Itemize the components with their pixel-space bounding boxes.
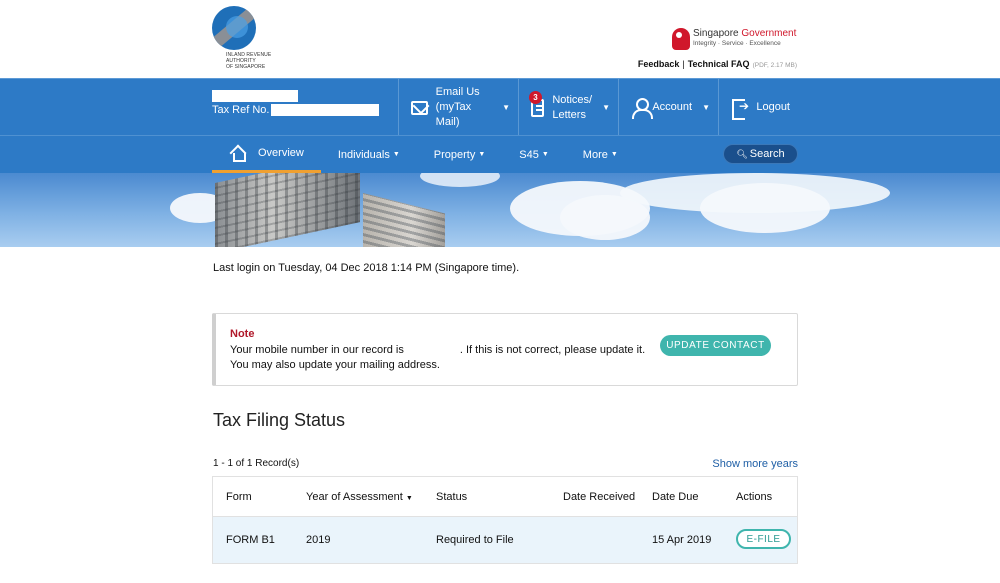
cell-status: Required to File (436, 534, 514, 546)
gov-brand-prefix: Singapore (693, 28, 742, 39)
email-us-menu[interactable]: Email Us (myTax Mail) ▼ (398, 79, 518, 136)
column-header-form: Form (226, 491, 252, 503)
revenue-house-building-image (215, 173, 445, 247)
cell-date-due: 15 Apr 2019 (652, 534, 712, 546)
top-header: INLAND REVENUE AUTHORITY OF SINGAPORE Si… (0, 0, 1000, 78)
iras-logo-text: INLAND REVENUE AUTHORITY OF SINGAPORE (226, 52, 272, 70)
update-contact-button[interactable]: UPDATE CONTACT (660, 335, 771, 356)
tax-filing-status-title: Tax Filing Status (213, 410, 346, 430)
top-links: Feedback | Technical FAQ (PDF, 2.17 MB) (638, 59, 797, 69)
notices-label: Notices/ (552, 93, 593, 106)
feedback-link[interactable]: Feedback (638, 59, 680, 69)
nav-item-more[interactable]: More ▼ (566, 136, 635, 173)
user-actions: Email Us (myTax Mail) ▼ 3 Notices/ Lette… (398, 79, 798, 136)
chevron-down-icon: ▼ (541, 151, 549, 158)
redacted-user-name (212, 90, 298, 103)
search-button[interactable]: 🔍︎ Search (723, 144, 798, 164)
technical-faq-link[interactable]: Technical FAQ (688, 59, 750, 69)
table-header: Form Year of Assessment ▼ Status Date Rec… (213, 477, 797, 517)
last-login-text: Last login on Tuesday, 04 Dec 2018 1:14 … (213, 262, 520, 274)
show-more-years-link[interactable]: Show more years (712, 458, 798, 470)
iras-logo-mark (212, 6, 256, 50)
home-icon (230, 146, 246, 162)
note-box: Note Your mobile number in our record is… (212, 313, 798, 386)
note-mailing-text: You may also update your mailing address… (230, 359, 440, 371)
logout-icon (731, 98, 749, 120)
nav-item-overview[interactable]: Overview (212, 136, 321, 173)
letters-label: Letters (552, 108, 586, 121)
filing-status-table: Form Year of Assessment ▼ Status Date Rec… (212, 476, 798, 564)
link-separator: | (682, 59, 685, 69)
notices-count-badge: 3 (529, 90, 542, 104)
user-bar: Tax Ref No. Email Us (myTax Mail) ▼ 3 No… (0, 78, 1000, 136)
hero-banner (0, 173, 1000, 247)
chevron-down-icon: ▼ (478, 151, 486, 158)
user-info: Tax Ref No. (212, 90, 380, 117)
tax-ref-label: Tax Ref No. (212, 104, 270, 117)
envelope-icon (411, 100, 428, 115)
email-us-label: Email Us (435, 86, 480, 98)
chevron-down-icon: ▼ (392, 151, 400, 158)
column-header-date-received: Date Received (563, 491, 636, 503)
chevron-down-icon: ▼ (602, 103, 610, 112)
logout-button[interactable]: Logout (718, 79, 798, 136)
account-menu[interactable]: Account ▼ (618, 79, 718, 136)
iras-logo[interactable]: INLAND REVENUE AUTHORITY OF SINGAPORE (212, 6, 272, 76)
gov-brand-suffix: Government (741, 28, 797, 39)
column-header-status: Status (436, 491, 468, 503)
technical-faq-meta: (PDF, 2.17 MB) (752, 62, 797, 69)
column-header-year-of-assessment[interactable]: Year of Assessment ▼ (306, 491, 413, 503)
nav-item-individuals[interactable]: Individuals ▼ (321, 136, 417, 173)
sort-down-icon: ▼ (405, 495, 413, 502)
cell-form: FORM B1 (226, 534, 275, 546)
redacted-tax-ref (271, 104, 380, 117)
nav-item-property[interactable]: Property ▼ (417, 136, 503, 173)
records-count: 1 - 1 of 1 Record(s) (213, 458, 300, 469)
note-mobile-text: Your mobile number in our record is. If … (230, 344, 646, 356)
nav-item-s45[interactable]: S45 ▼ (502, 136, 566, 173)
column-header-date-due: Date Due (652, 491, 699, 503)
e-file-button[interactable]: E-FILE (736, 529, 791, 549)
search-icon: 🔍︎ (736, 148, 748, 159)
logout-label: Logout (756, 101, 790, 113)
singapore-government-logo[interactable]: Singapore Government Integrity · Service… (672, 28, 802, 50)
column-header-actions: Actions (736, 491, 773, 503)
main-nav-bar: Overview Individuals ▼ Property ▼ S45 ▼ Mor… (0, 135, 1000, 173)
lion-head-icon (672, 28, 690, 50)
gov-tagline: Integrity · Service · Excellence (693, 40, 781, 47)
document-icon: 3 (529, 90, 545, 117)
table-row: FORM B1 2019 Required to File 15 Apr 201… (213, 517, 797, 563)
account-label: Account (652, 101, 693, 113)
cloud-image (700, 183, 830, 233)
main-nav: Overview Individuals ▼ Property ▼ S45 ▼ Mor… (212, 136, 635, 173)
note-title: Note (230, 328, 255, 340)
chevron-down-icon: ▼ (502, 103, 510, 112)
cell-year: 2019 (306, 534, 331, 546)
mytax-mail-label: (myTax Mail) (435, 101, 472, 128)
chevron-down-icon: ▼ (702, 103, 710, 112)
chevron-down-icon: ▼ (610, 151, 618, 158)
notices-letters-menu[interactable]: 3 Notices/ Letters ▼ (518, 79, 618, 136)
person-icon (631, 97, 654, 119)
search-label: Search (749, 148, 785, 160)
